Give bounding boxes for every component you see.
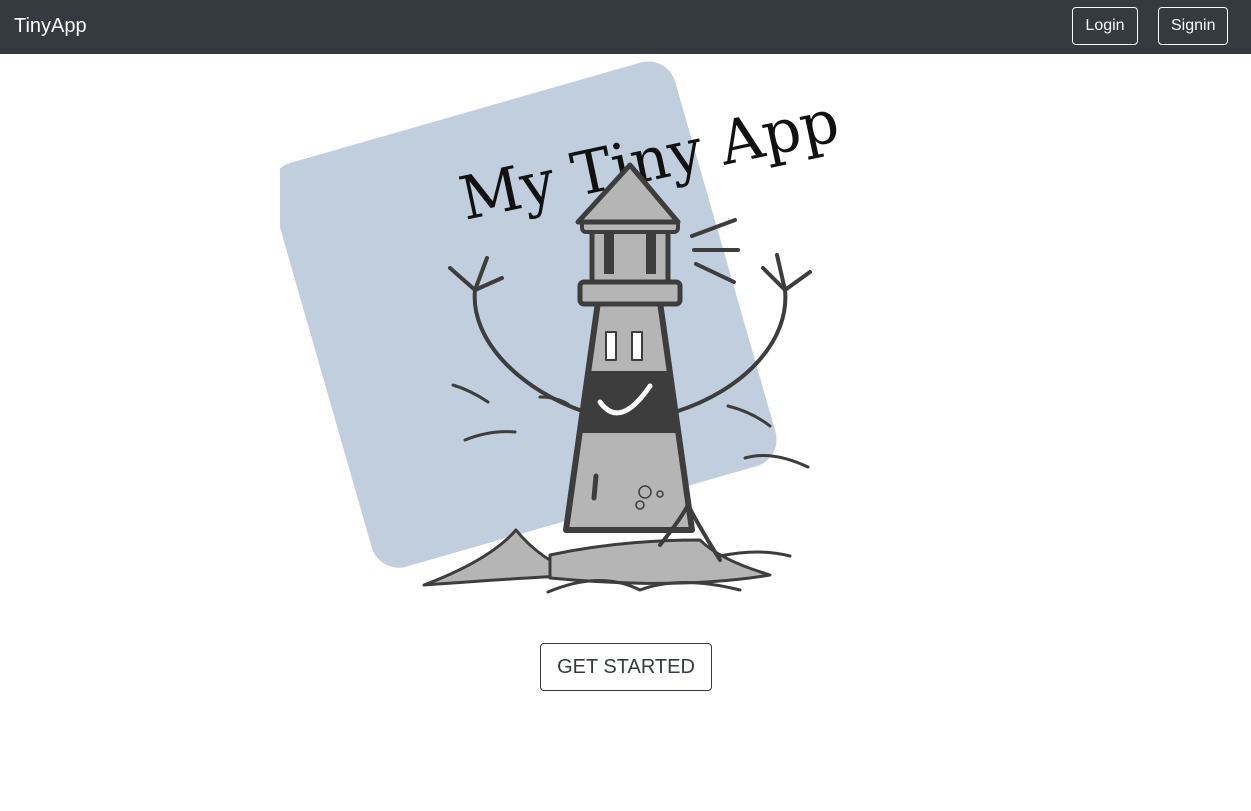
lighthouse-illustration: My Tiny App (280, 61, 845, 594)
brand-link[interactable]: TinyApp (14, 13, 87, 39)
top-navbar: TinyApp Login Signin (0, 0, 1251, 54)
signin-button[interactable]: Signin (1158, 7, 1228, 45)
login-button[interactable]: Login (1072, 7, 1138, 45)
hero-logo: My Tiny App (280, 50, 870, 610)
get-started-button[interactable]: GET STARTED (540, 643, 712, 691)
